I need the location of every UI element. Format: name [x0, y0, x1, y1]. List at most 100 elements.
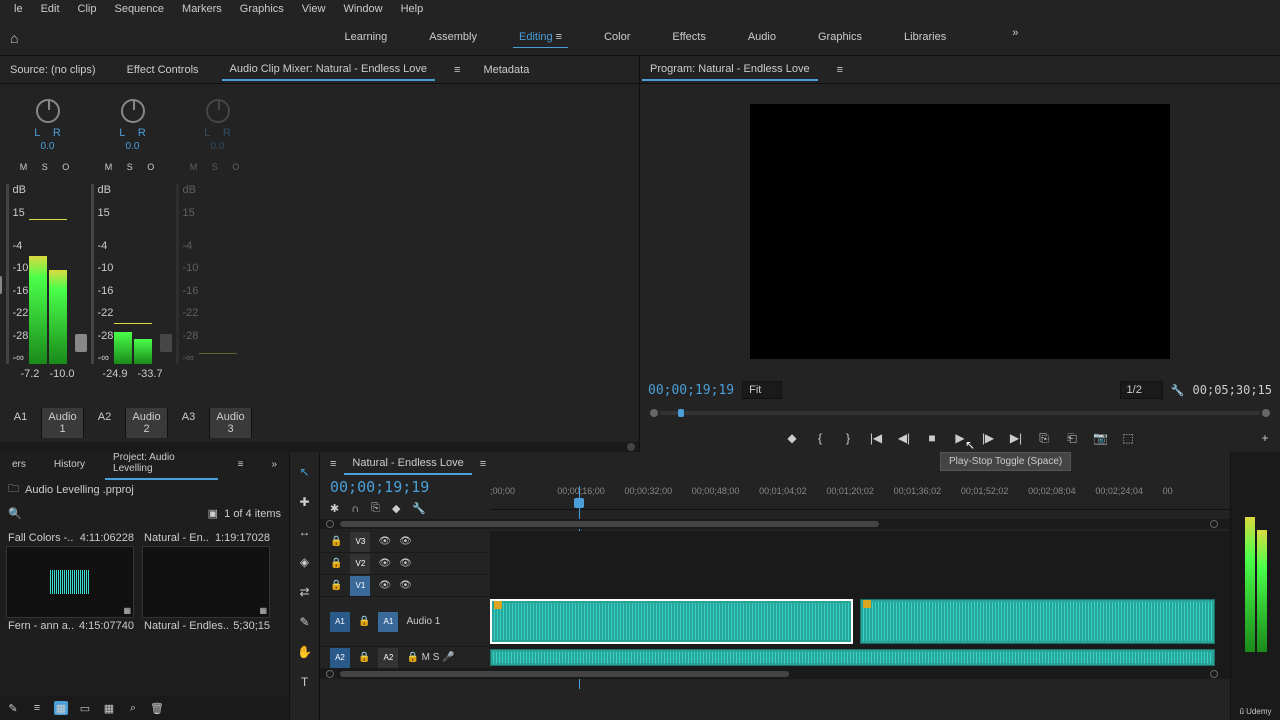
track-header[interactable]: A2 🔒 A2 🔒 M S 🎤 — [320, 647, 490, 668]
marker-icon[interactable]: ◆ — [785, 431, 799, 445]
fader-handle[interactable] — [75, 334, 87, 352]
project-view-icon[interactable]: ▦ — [54, 701, 68, 715]
pan-value[interactable]: 0.0 — [41, 141, 55, 152]
step-fwd-icon[interactable]: |▶ — [981, 431, 995, 445]
lock-icon[interactable]: 🔒 — [330, 580, 342, 591]
menu-graphics[interactable]: Graphics — [231, 0, 293, 20]
project-bin-item[interactable]: Fall Colors -..4:11:06228 ▦ Fern - ann a… — [6, 530, 136, 634]
timeline-tool-icon[interactable]: ⎘ — [371, 502, 380, 515]
track-target[interactable]: V3 — [350, 532, 370, 552]
project-tab[interactable]: ers — [4, 455, 34, 474]
track-lane[interactable] — [490, 575, 1230, 596]
mute-solo-buttons[interactable]: M S O — [20, 162, 76, 172]
program-tab[interactable]: Program: Natural - Endless Love — [642, 59, 818, 81]
pan-value[interactable]: 0.0 — [126, 141, 140, 152]
project-tab[interactable]: History — [46, 455, 93, 474]
hand-tool[interactable]: ✋ — [295, 642, 315, 662]
track-header[interactable]: A1 🔒 A1 Audio 1 — [320, 597, 490, 646]
track-header[interactable]: 🔒 V3 👁 👁 — [320, 531, 490, 552]
resolution-dropdown[interactable]: 1/2 — [1120, 381, 1163, 399]
selection-tool[interactable]: ↖ — [295, 462, 315, 482]
lock-icon[interactable]: 🔒 — [358, 652, 370, 663]
play-stop-icon[interactable]: ■ — [925, 431, 939, 445]
menu-clip[interactable]: Clip — [69, 0, 106, 20]
program-scrubber[interactable] — [640, 402, 1280, 424]
project-view-icon[interactable]: ≡ — [30, 701, 44, 715]
track-header[interactable]: 🔒 V2 👁 👁 — [320, 553, 490, 574]
menu-le[interactable]: le — [5, 0, 32, 20]
toggle-output-icon[interactable]: 👁 — [378, 536, 391, 547]
track-lane[interactable] — [490, 553, 1230, 574]
slip-tool[interactable]: ⇄ — [295, 582, 315, 602]
track-label[interactable]: Audio 2 — [126, 408, 168, 438]
track-label[interactable]: A3 — [168, 408, 210, 438]
fader-track[interactable] — [91, 184, 94, 364]
pan-knob[interactable] — [121, 99, 145, 123]
in-point-icon[interactable]: { — [813, 431, 827, 445]
workspace-learning[interactable]: Learning — [338, 27, 393, 48]
lock-icon[interactable]: 🔒 — [358, 616, 370, 627]
project-view-icon[interactable]: 🗑 — [150, 701, 164, 715]
mute-solo-buttons[interactable]: M S O — [190, 162, 246, 172]
timecode-in[interactable]: 00;00;19;19 — [648, 383, 734, 398]
export-frame-icon[interactable]: 📷 — [1093, 431, 1107, 445]
out-point-icon[interactable]: } — [841, 431, 855, 445]
track-label[interactable]: Audio 1 — [42, 408, 84, 438]
pan-value[interactable]: 0.0 — [211, 141, 225, 152]
project-tab[interactable]: » — [263, 455, 285, 474]
project-view-icon[interactable]: ⌕ — [126, 701, 140, 715]
ripple-tool[interactable]: ↔ — [295, 522, 315, 542]
goto-in-icon[interactable]: |◀ — [869, 431, 883, 445]
search-icon[interactable]: 🔍 — [8, 507, 22, 520]
timeline-tool-icon[interactable]: ✱ — [330, 502, 339, 515]
track-label[interactable]: Audio 3 — [210, 408, 252, 438]
menu-view[interactable]: View — [293, 0, 335, 20]
panel-menu-icon[interactable]: ≡ — [480, 458, 486, 470]
project-view-icon[interactable]: ▭ — [78, 701, 92, 715]
scrub-playhead[interactable] — [678, 409, 684, 417]
panel-menu-icon[interactable]: ≡ — [454, 64, 460, 76]
workspace-graphics[interactable]: Graphics — [812, 27, 868, 48]
project-view-icon[interactable]: ▦ — [102, 701, 116, 715]
tab-audio-clip-mixer-natural-endless-love[interactable]: Audio Clip Mixer: Natural - Endless Love — [222, 59, 435, 81]
new-bin-icon[interactable]: ▣ — [208, 508, 218, 520]
add-button-icon[interactable]: + — [1258, 431, 1272, 445]
fader-handle[interactable] — [160, 334, 172, 352]
workspace-libraries[interactable]: Libraries — [898, 27, 952, 48]
toggle-output-icon[interactable]: 👁 — [378, 558, 391, 569]
tab-effect-controls[interactable]: Effect Controls — [119, 60, 207, 80]
tab-source-no-clips-[interactable]: Source: (no clips) — [2, 60, 104, 80]
track-target[interactable]: A1 — [378, 612, 398, 632]
menu-markers[interactable]: Markers — [173, 0, 231, 20]
menu-help[interactable]: Help — [392, 0, 433, 20]
track-label[interactable]: A2 — [84, 408, 126, 438]
track-lane[interactable] — [490, 647, 1230, 668]
panel-menu-icon[interactable]: ≡ — [837, 64, 843, 76]
toggle-output-icon[interactable]: 👁 — [378, 580, 391, 591]
fader-track[interactable] — [6, 184, 9, 364]
lock-icon[interactable]: 🔒 — [330, 536, 342, 547]
fader-handle[interactable] — [0, 276, 2, 294]
goto-out-icon[interactable]: ▶| — [1009, 431, 1023, 445]
workspace-color[interactable]: Color — [598, 27, 636, 48]
project-view-icon[interactable]: ✎ — [6, 701, 20, 715]
workspace-editing[interactable]: Editing ≡ — [513, 27, 568, 48]
extract-icon[interactable]: ⎗ — [1065, 431, 1079, 446]
project-tab[interactable]: ≡ — [230, 455, 252, 474]
comparison-icon[interactable]: ⬚ — [1121, 431, 1135, 445]
lift-icon[interactable]: ⎘ — [1037, 431, 1051, 446]
pan-knob[interactable] — [36, 99, 60, 123]
menu-window[interactable]: Window — [334, 0, 391, 20]
zoom-fit-dropdown[interactable]: Fit — [742, 381, 782, 399]
step-back-icon[interactable]: ◀| — [897, 431, 911, 445]
workspace-audio[interactable]: Audio — [742, 27, 782, 48]
source-patch[interactable]: A2 — [330, 648, 350, 668]
pen-tool[interactable]: ✎ — [295, 612, 315, 632]
track-header[interactable]: 🔒 V1 👁 👁 — [320, 575, 490, 596]
audio-clip[interactable] — [490, 649, 1215, 666]
workspace-assembly[interactable]: Assembly — [423, 27, 483, 48]
track-target[interactable]: A2 — [378, 648, 398, 668]
track-select-tool[interactable]: ✚ — [295, 492, 315, 512]
menu-sequence[interactable]: Sequence — [105, 0, 173, 20]
project-bin-item[interactable]: Natural - En..1:19:17028 ▦ Natural - End… — [142, 530, 272, 634]
